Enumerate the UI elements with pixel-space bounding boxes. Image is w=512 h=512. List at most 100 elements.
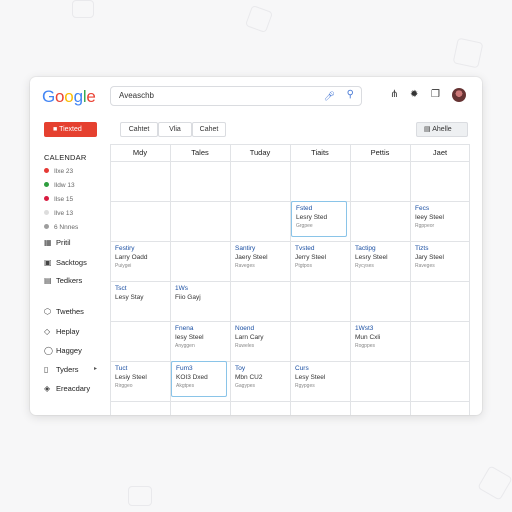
event-card[interactable]: 1Ws Fiio Gayj xyxy=(175,284,201,302)
search-input[interactable]: Aveaschb xyxy=(119,91,154,100)
event-sub: Lesry Sted xyxy=(296,214,328,221)
event-meta: Raveges xyxy=(415,263,435,269)
event-card[interactable]: Tuct Lesiy Steel Rirggeo xyxy=(115,364,147,391)
event-card[interactable]: Curs Lesy Steel Rgypges xyxy=(295,364,325,391)
google-logo[interactable]: Google xyxy=(42,87,96,107)
calendar-item[interactable]: 6 Nnnes xyxy=(44,224,78,231)
sidebar-item[interactable]: ▤ Tedkers xyxy=(44,276,82,285)
day-header[interactable]: Pettis xyxy=(350,144,410,161)
calendar-item[interactable]: Ilxe 23 xyxy=(44,168,73,175)
event-sub: Fiio Gayj xyxy=(175,294,201,301)
event-card[interactable]: Noend Larn Cary Ruweles xyxy=(235,324,264,351)
shield-icon: ⬡ xyxy=(44,307,51,316)
event-meta: Rycyses xyxy=(355,263,374,269)
bell-icon: ◇ xyxy=(44,327,51,336)
event-card[interactable]: Fum3 KOI3 Dxed Akgtpes xyxy=(171,361,227,397)
event-card[interactable]: 1Wst3 Mun Cxli Rogppes xyxy=(355,324,380,351)
event-card[interactable]: Fnena Iesy Steel Anyggen xyxy=(175,324,204,351)
day-header[interactable]: Mdy xyxy=(110,144,170,161)
event-title: Toy xyxy=(235,365,246,372)
calendar-item[interactable]: Ilve 13 xyxy=(44,210,73,217)
logo-letter: g xyxy=(73,87,83,106)
copy-icon[interactable]: ❐ xyxy=(431,89,440,100)
grid-row-line xyxy=(110,321,470,322)
day-header[interactable]: Tales xyxy=(170,144,230,161)
sidebar-item[interactable]: ⬡ Twethes xyxy=(44,307,84,316)
list-icon: ▤ xyxy=(44,276,52,285)
avatar[interactable] xyxy=(452,88,466,102)
calendar-color-dot xyxy=(44,224,49,229)
sidebar-item[interactable]: ▯ Tyders ▸ xyxy=(44,365,97,374)
calendar-color-dot xyxy=(44,196,49,201)
background-shape xyxy=(72,0,94,18)
calendar-item[interactable]: Ildw 13 xyxy=(44,182,75,189)
calendar-item[interactable]: Ilse 15 xyxy=(44,196,73,203)
event-title: Tvsted xyxy=(295,245,315,252)
event-title: Tactipg xyxy=(355,245,376,252)
doc-icon: ▯ xyxy=(44,365,49,374)
event-sub: Mbn CU2 xyxy=(235,374,263,381)
event-card[interactable]: Tizts Jary Steel Raveges xyxy=(415,244,444,271)
event-card[interactable]: Santiry Jaery Steel Raveges xyxy=(235,244,268,271)
event-title: Tsct xyxy=(115,285,127,292)
grid-row-line xyxy=(110,201,470,202)
sidebar-item-label: Tyders xyxy=(56,365,79,374)
event-meta: Rgypges xyxy=(295,383,315,389)
event-title: 1Ws xyxy=(175,285,188,292)
logo-letter: G xyxy=(42,87,56,106)
event-meta: Akgtpes xyxy=(176,383,195,389)
calendar-color-dot xyxy=(44,182,49,187)
event-card[interactable]: Fecs Ieey Steel Rgppeor xyxy=(415,204,444,231)
tasks-icon: ▣ xyxy=(44,258,52,267)
view-button-1[interactable]: Cahtet xyxy=(120,122,158,137)
schedule-label: Ahelle xyxy=(432,126,452,133)
event-sub: Jary Steel xyxy=(415,254,444,261)
sidebar-item-label: Heplay xyxy=(56,327,80,336)
search-icon[interactable]: ⚲ xyxy=(347,89,354,100)
chevron-right-icon[interactable]: ▸ xyxy=(94,365,97,372)
event-title: Festiry xyxy=(115,245,135,252)
sidebar-item[interactable]: ◇ Heplay xyxy=(44,327,79,336)
logo-letter: o xyxy=(55,87,65,106)
event-card[interactable]: Tactipg Lesry Steel Rycyses xyxy=(355,244,388,271)
grid-row-line xyxy=(110,241,470,242)
pin-icon: ◈ xyxy=(44,384,51,393)
add-icon[interactable]: ⋔ xyxy=(390,89,398,100)
day-header[interactable]: Jaet xyxy=(410,144,470,161)
grid-row-line xyxy=(110,401,470,402)
view-button-3[interactable]: Cahet xyxy=(192,122,226,137)
sidebar-item[interactable]: ◈ Ereacdary xyxy=(44,384,90,393)
grid-row-line xyxy=(110,281,470,282)
event-sub: Lesry Steel xyxy=(355,254,388,261)
day-header[interactable]: Tiaits xyxy=(290,144,350,161)
sidebar-item-label: Pritil xyxy=(56,238,71,247)
sidebar-title: CALENDAR xyxy=(44,153,87,162)
view-button-2[interactable]: Vlia xyxy=(158,122,192,137)
event-card[interactable]: Tvsted Jerry Steel Ptgtpos xyxy=(295,244,326,271)
schedule-icon: ▤ xyxy=(424,126,431,133)
calendar-item-label: Ildw 13 xyxy=(54,182,75,189)
event-meta: Rirggeo xyxy=(115,383,133,389)
sidebar-item[interactable]: ▣ Sacktogs xyxy=(44,258,87,267)
background-shape xyxy=(477,465,512,501)
settings-icon[interactable]: ✹ xyxy=(410,89,418,100)
event-sub: KOI3 Dxed xyxy=(176,374,208,381)
event-sub: Iesy Steel xyxy=(175,334,204,341)
mic-icon[interactable]: 🎤︎ xyxy=(324,91,335,102)
event-card[interactable]: Fsted Lesry Sted Grgpee xyxy=(291,201,347,237)
event-card[interactable]: Festiry Larry Oadd Puiygei xyxy=(115,244,148,271)
event-meta: Rgppeor xyxy=(415,223,435,229)
schedule-button[interactable]: ▤ Ahelle xyxy=(416,122,468,137)
sidebar-item[interactable]: ▦ Pritil xyxy=(44,238,71,247)
create-label: Tiexted xyxy=(59,126,82,133)
event-card[interactable]: Toy Mbn CU2 Gagypes xyxy=(235,364,262,391)
calendar-color-dot xyxy=(44,210,49,215)
day-header[interactable]: Tuday xyxy=(230,144,290,161)
create-button[interactable]: ■ Tiexted xyxy=(44,122,97,137)
calendar-grid: Mdy Tales Tuday Tiaits Pettis Jaet Fsted Lesry … xyxy=(110,144,470,415)
event-title: Noend xyxy=(235,325,255,332)
sidebar-item[interactable]: ◯ Haggey xyxy=(44,346,82,355)
search-bar[interactable]: Aveaschb 🎤︎ ⚲ xyxy=(110,86,362,106)
event-sub: Larry Oadd xyxy=(115,254,148,261)
event-card[interactable]: Tsct Lesy Stay xyxy=(115,284,144,302)
